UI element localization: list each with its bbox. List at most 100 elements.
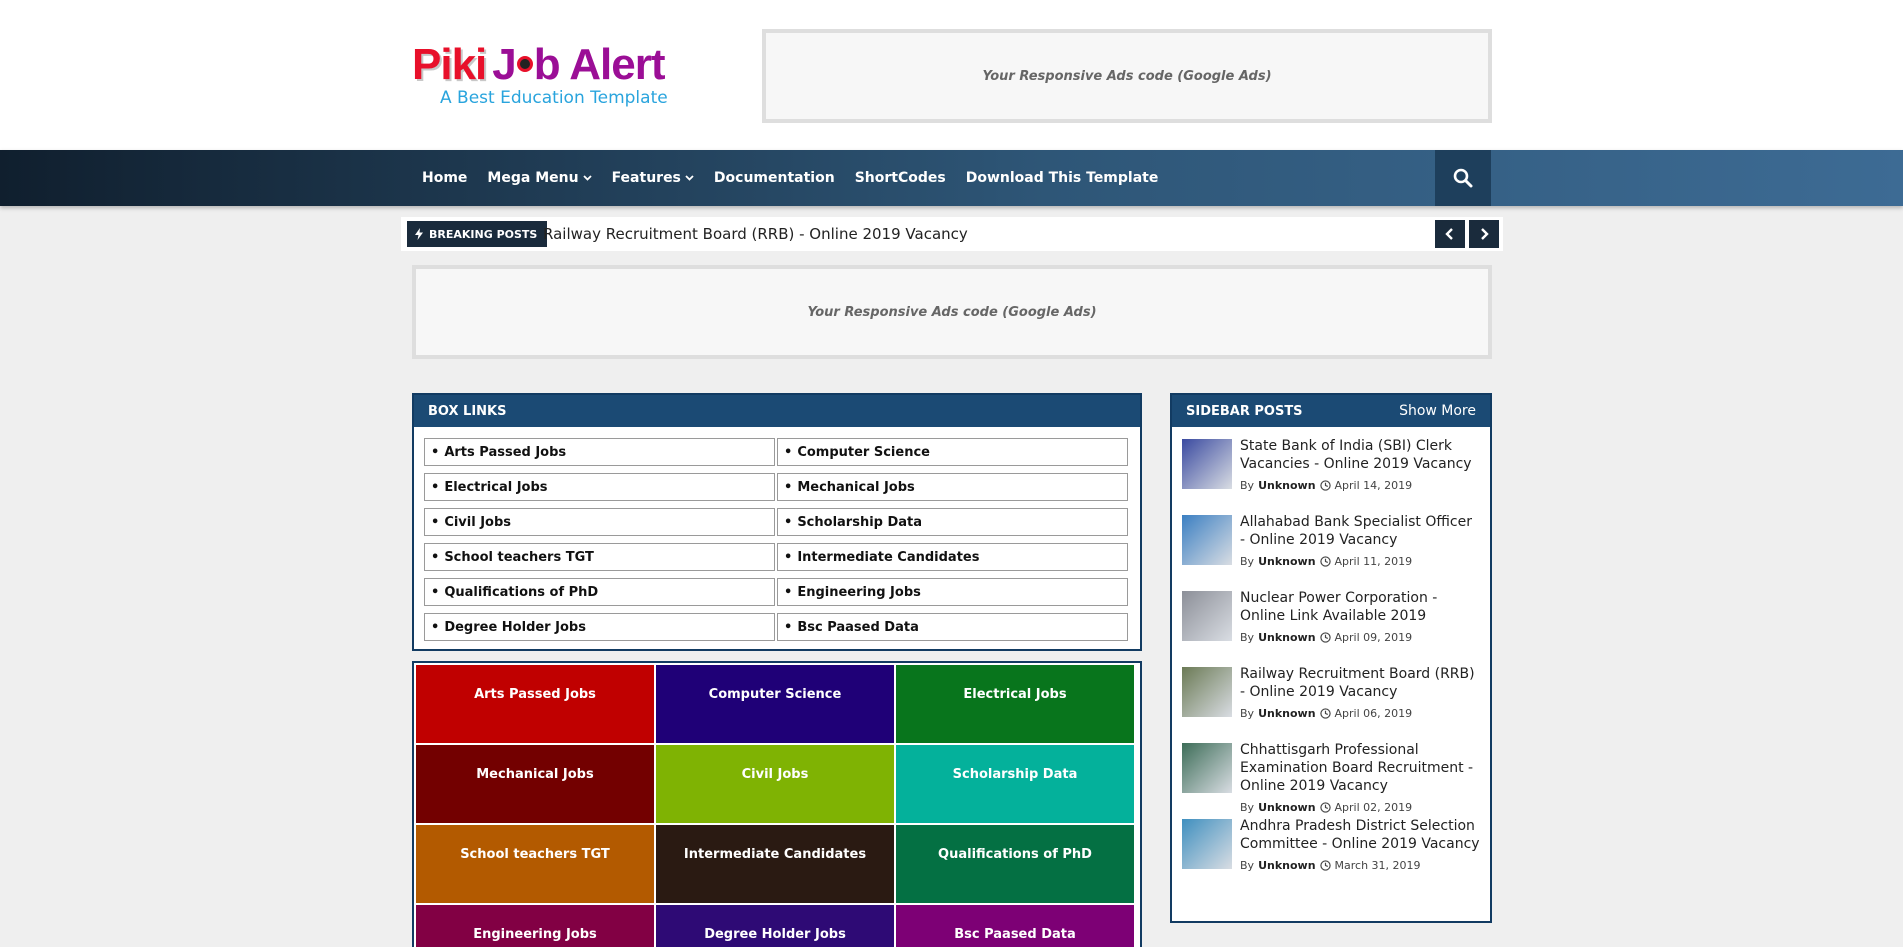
site-logo[interactable]: Piki Jb Alert A Best Education Template <box>412 42 682 117</box>
category-tiles-panel: Arts Passed Jobs Computer Science Electric… <box>412 661 1142 947</box>
search-button[interactable] <box>1435 150 1491 206</box>
post-thumbnail[interactable] <box>1182 743 1232 793</box>
category-tile-degree-holder-jobs[interactable]: Degree Holder Jobs <box>656 905 894 947</box>
box-link-intermediate-candidates[interactable]: • Intermediate Candidates <box>777 543 1128 571</box>
category-tile-scholarship-data[interactable]: Scholarship Data <box>896 745 1134 823</box>
post-body: State Bank of India (SBI) Clerk Vacancie… <box>1240 437 1480 513</box>
ticker-headline-link[interactable]: Railway Recruitment Board (RRB) - Online… <box>543 217 968 251</box>
post-title-link[interactable]: Chhattisgarh Professional Examination Bo… <box>1240 741 1480 795</box>
nav-item-label: Home <box>422 170 468 186</box>
post-date: April 11, 2019 <box>1334 555 1413 568</box>
sidebar-post-item: Andhra Pradesh District Selection Commit… <box>1182 817 1480 893</box>
box-link-electrical-jobs[interactable]: • Electrical Jobs <box>424 473 775 501</box>
post-meta: By Unknown March 31, 2019 <box>1240 859 1480 872</box>
post-author[interactable]: Unknown <box>1258 555 1315 568</box>
nav-item-mega-menu[interactable]: Mega Menu <box>477 170 601 186</box>
post-author[interactable]: Unknown <box>1258 479 1315 492</box>
nav-item-home[interactable]: Home <box>412 170 477 186</box>
nav-item-shortcodes[interactable]: ShortCodes <box>845 170 956 186</box>
post-by-label: By <box>1240 631 1255 644</box>
box-links-panel: BOX LINKS • Arts Passed Jobs • Computer Sci… <box>412 393 1142 651</box>
box-link-label: Degree Holder Jobs <box>444 619 586 635</box>
post-by-label: By <box>1240 479 1255 492</box>
box-link-label: Scholarship Data <box>797 514 923 530</box>
box-link-label: Electrical Jobs <box>444 479 548 495</box>
box-link-degree-holder-jobs[interactable]: • Degree Holder Jobs <box>424 613 775 641</box>
nav-item-label: Documentation <box>713 170 835 186</box>
post-title-link[interactable]: Andhra Pradesh District Selection Commit… <box>1240 817 1480 853</box>
logo-job-after: b Alert <box>533 40 666 89</box>
main-navigation: Home Mega Menu Features Documentation ShortC… <box>0 150 1903 206</box>
post-by-label: By <box>1240 707 1255 720</box>
post-author[interactable]: Unknown <box>1258 859 1315 872</box>
chevron-left-icon <box>1445 228 1453 240</box>
logo-lens-icon <box>516 56 533 73</box>
sidebar-post-item: Railway Recruitment Board (RRB) - Online… <box>1182 665 1480 741</box>
post-title-link[interactable]: Railway Recruitment Board (RRB) - Online… <box>1240 665 1480 701</box>
box-link-civil-jobs[interactable]: • Civil Jobs <box>424 508 775 536</box>
logo-piki-text: Piki <box>412 40 487 89</box>
box-link-school-teachers-tgt[interactable]: • School teachers TGT <box>424 543 775 571</box>
category-tile-label: Degree Holder Jobs <box>704 927 846 942</box>
box-link-engineering-jobs[interactable]: • Engineering Jobs <box>777 578 1128 606</box>
category-tile-label: Electrical Jobs <box>963 687 1067 702</box>
category-tile-electrical-jobs[interactable]: Electrical Jobs <box>896 665 1134 743</box>
nav-item-download-this-template[interactable]: Download This Template <box>956 170 1169 186</box>
ticker-next-button[interactable] <box>1469 220 1499 248</box>
post-date: April 06, 2019 <box>1334 707 1413 720</box>
category-tile-label: Qualifications of PhD <box>938 847 1092 862</box>
post-thumbnail[interactable] <box>1182 591 1232 641</box>
box-link-scholarship-data[interactable]: • Scholarship Data <box>777 508 1128 536</box>
category-tile-school-teachers-tgt[interactable]: School teachers TGT <box>416 825 654 903</box>
ticker-prev-button[interactable] <box>1435 220 1465 248</box>
category-tile-arts-passed-jobs[interactable]: Arts Passed Jobs <box>416 665 654 743</box>
clock-icon <box>1319 802 1331 813</box>
box-link-label: Bsc Paased Data <box>797 619 919 635</box>
chevron-down-icon <box>685 175 694 181</box>
nav-item-features[interactable]: Features <box>602 170 704 186</box>
box-link-mechanical-jobs[interactable]: • Mechanical Jobs <box>777 473 1128 501</box>
post-author[interactable]: Unknown <box>1258 707 1315 720</box>
post-author[interactable]: Unknown <box>1258 801 1315 814</box>
post-title-link[interactable]: State Bank of India (SBI) Clerk Vacancie… <box>1240 437 1480 473</box>
category-tile-civil-jobs[interactable]: Civil Jobs <box>656 745 894 823</box>
box-link-label: Computer Science <box>797 444 930 460</box>
box-link-label: Intermediate Candidates <box>797 549 980 565</box>
nav-item-label: Mega Menu <box>487 170 579 186</box>
box-link-computer-science[interactable]: • Computer Science <box>777 438 1128 466</box>
post-title-link[interactable]: Nuclear Power Corporation - Online Link … <box>1240 589 1480 625</box>
nav-item-documentation[interactable]: Documentation <box>704 170 845 186</box>
box-link-qualifications-of-phd[interactable]: • Qualifications of PhD <box>424 578 775 606</box>
box-link-label: School teachers TGT <box>444 549 594 565</box>
clock-icon <box>1319 708 1331 719</box>
bullet-icon: • <box>431 479 440 495</box>
sidebar-post-item: Chhattisgarh Professional Examination Bo… <box>1182 741 1480 817</box>
category-tile-engineering-jobs[interactable]: Engineering Jobs <box>416 905 654 947</box>
post-author[interactable]: Unknown <box>1258 631 1315 644</box>
post-meta: By Unknown April 02, 2019 <box>1240 801 1480 814</box>
post-thumbnail[interactable] <box>1182 819 1232 869</box>
category-tile-computer-science[interactable]: Computer Science <box>656 665 894 743</box>
post-meta: By Unknown April 06, 2019 <box>1240 707 1480 720</box>
bullet-icon: • <box>431 584 440 600</box>
box-link-arts-passed-jobs[interactable]: • Arts Passed Jobs <box>424 438 775 466</box>
category-tile-label: Intermediate Candidates <box>683 847 867 862</box>
clock-icon <box>1319 480 1331 491</box>
bullet-icon: • <box>431 444 440 460</box>
post-thumbnail[interactable] <box>1182 667 1232 717</box>
post-thumbnail[interactable] <box>1182 515 1232 565</box>
breaking-posts-ticker: BREAKING POSTS Railway Recruitment Board… <box>401 217 1503 251</box>
category-tile-bsc-paased-data[interactable]: Bsc Paased Data <box>896 905 1134 947</box>
category-tile-label: Engineering Jobs <box>473 927 597 942</box>
post-title-link[interactable]: Allahabad Bank Specialist Officer - Onli… <box>1240 513 1480 549</box>
post-by-label: By <box>1240 859 1255 872</box>
bolt-icon <box>415 228 423 240</box>
post-by-label: By <box>1240 801 1255 814</box>
show-more-link[interactable]: Show More <box>1399 403 1476 419</box>
category-tile-mechanical-jobs[interactable]: Mechanical Jobs <box>416 745 654 823</box>
category-tile-intermediate-candidates[interactable]: Intermediate Candidates <box>656 825 894 903</box>
post-thumbnail[interactable] <box>1182 439 1232 489</box>
category-tile-qualifications-of-phd[interactable]: Qualifications of PhD <box>896 825 1134 903</box>
sidebar-post-list: State Bank of India (SBI) Clerk Vacancie… <box>1172 427 1490 893</box>
box-link-bsc-paased-data[interactable]: • Bsc Paased Data <box>777 613 1128 641</box>
